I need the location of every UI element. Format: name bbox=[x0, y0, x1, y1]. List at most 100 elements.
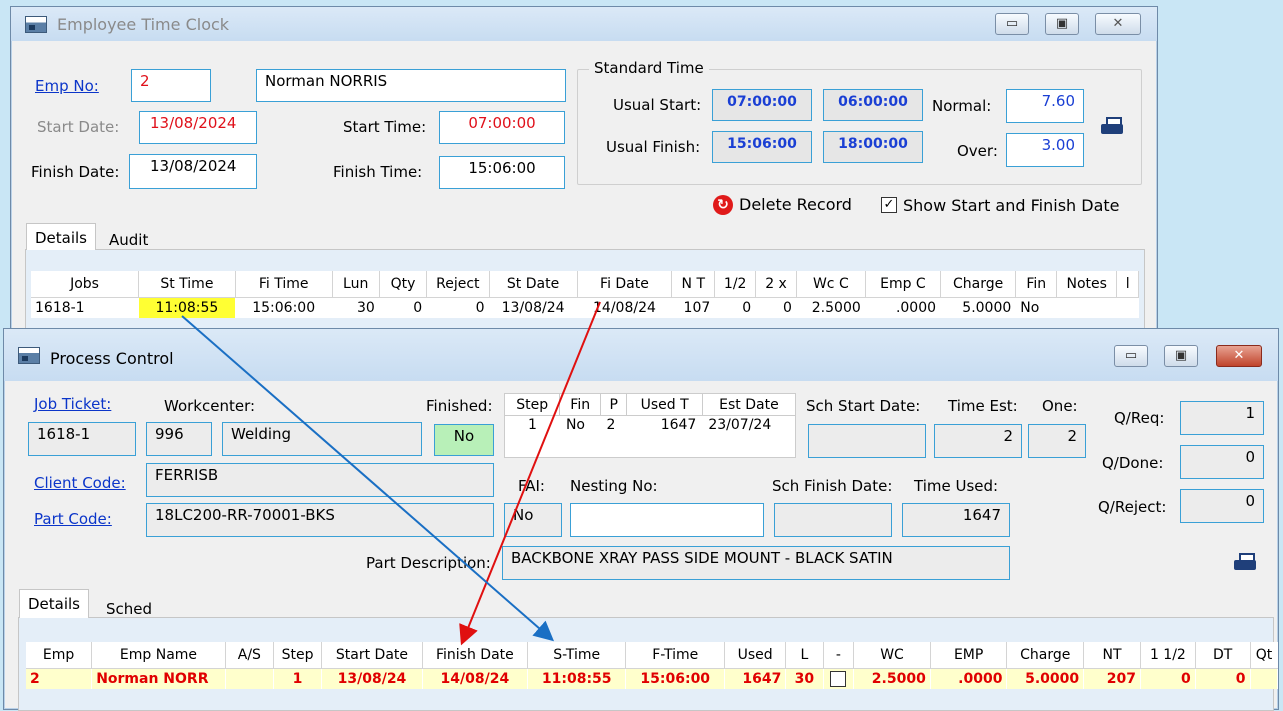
part-code-field[interactable]: 18LC200-RR-70001-BKS bbox=[146, 503, 494, 537]
emp-no-link[interactable]: Emp No: bbox=[35, 77, 99, 95]
cell-f-time[interactable]: 15:06:00 bbox=[625, 668, 725, 689]
col-2x[interactable]: 2 x bbox=[755, 271, 797, 298]
col-nt[interactable]: NT bbox=[1083, 642, 1142, 669]
cell-start-date[interactable]: 13/08/24 bbox=[321, 668, 423, 689]
cell-charge[interactable]: 5.0000 bbox=[940, 297, 1017, 318]
usual-finish-field-1[interactable]: 15:06:00 bbox=[712, 131, 812, 163]
client-code-link[interactable]: Client Code: bbox=[34, 474, 126, 492]
col-qty[interactable]: Qty bbox=[379, 271, 428, 298]
tab-details[interactable]: Details bbox=[26, 223, 97, 250]
sch-start-field[interactable] bbox=[808, 424, 926, 458]
close-icon[interactable]: ✕ bbox=[1216, 345, 1262, 367]
col-emp-c[interactable]: Emp C bbox=[865, 271, 942, 298]
emp-name-field[interactable]: Norman NORRIS bbox=[256, 69, 566, 102]
usual-start-field-1[interactable]: 07:00:00 bbox=[712, 89, 812, 121]
cell-emp-rate[interactable]: .0000 bbox=[930, 668, 1008, 689]
cell-l[interactable] bbox=[1116, 297, 1139, 318]
minimize-icon[interactable]: ▭ bbox=[995, 13, 1029, 35]
job-ticket-field[interactable]: 1618-1 bbox=[28, 422, 136, 456]
table-row[interactable]: 1 No 2 1647 23/07/24 bbox=[505, 416, 796, 434]
delete-record-button[interactable]: Delete Record bbox=[739, 195, 852, 214]
cell-qty[interactable]: 0 bbox=[379, 297, 428, 318]
time-used-field[interactable]: 1647 bbox=[902, 503, 1010, 537]
col-wc-c[interactable]: Wc C bbox=[796, 271, 866, 298]
col-fin[interactable]: Fin bbox=[559, 393, 601, 416]
cell-checkbox[interactable] bbox=[823, 668, 855, 689]
start-time-field[interactable]: 07:00:00 bbox=[439, 111, 565, 144]
printer-icon[interactable] bbox=[1101, 117, 1123, 137]
col-notes[interactable]: Notes bbox=[1056, 271, 1118, 298]
col-step[interactable]: Step bbox=[273, 642, 323, 669]
col-lun[interactable]: Lun bbox=[332, 271, 380, 298]
col-emp-rate[interactable]: EMP bbox=[930, 642, 1008, 669]
cell-lun[interactable]: 30 bbox=[332, 297, 380, 318]
minimize-icon[interactable]: ▭ bbox=[1114, 345, 1148, 367]
col-l[interactable]: l bbox=[1116, 271, 1139, 298]
col-one-half[interactable]: 1 1/2 bbox=[1140, 642, 1196, 669]
delete-record-icon[interactable]: ↻ bbox=[713, 195, 733, 215]
cell-emp[interactable]: 2 bbox=[26, 668, 93, 689]
cell-l[interactable]: 30 bbox=[785, 668, 824, 689]
cell-reject[interactable]: 0 bbox=[426, 297, 490, 318]
col-fi-time[interactable]: Fi Time bbox=[235, 271, 333, 298]
col-jobs[interactable]: Jobs bbox=[31, 271, 140, 298]
col-qt[interactable]: Qt bbox=[1250, 642, 1278, 669]
wc-name-field[interactable]: Welding bbox=[222, 422, 422, 456]
q-reject-field[interactable]: 0 bbox=[1180, 489, 1264, 523]
cell-step[interactable]: 1 bbox=[273, 668, 323, 689]
cell-nt[interactable]: 207 bbox=[1083, 668, 1142, 689]
row-checkbox[interactable] bbox=[830, 670, 847, 687]
q-req-field[interactable]: 1 bbox=[1180, 401, 1264, 435]
sch-finish-field[interactable] bbox=[774, 503, 892, 537]
cell-charge[interactable]: 5.0000 bbox=[1006, 668, 1085, 689]
cell-used[interactable]: 1647 bbox=[724, 668, 787, 689]
fai-field[interactable]: No bbox=[504, 503, 562, 537]
cell-as[interactable] bbox=[225, 668, 274, 689]
time-est-field[interactable]: 2 bbox=[934, 424, 1022, 458]
printer-icon[interactable] bbox=[1234, 553, 1256, 573]
cell-notes[interactable] bbox=[1056, 297, 1118, 318]
col-fi-date[interactable]: Fi Date bbox=[577, 271, 673, 298]
cell-emp-c[interactable]: .0000 bbox=[865, 297, 942, 318]
col-half[interactable]: 1/2 bbox=[714, 271, 757, 298]
col-emp[interactable]: Emp bbox=[26, 642, 93, 669]
start-date-field[interactable]: 13/08/2024 bbox=[139, 111, 257, 144]
col-dash[interactable]: - bbox=[823, 642, 855, 669]
etc-titlebar[interactable]: Employee Time Clock ▭ ▣ ✕ bbox=[11, 7, 1157, 41]
cell-jobs[interactable]: 1618-1 bbox=[31, 297, 140, 318]
col-used[interactable]: Used bbox=[724, 642, 787, 669]
col-f-time[interactable]: F-Time bbox=[625, 642, 725, 669]
cell-st-date[interactable]: 13/08/24 bbox=[489, 297, 578, 318]
normal-field[interactable]: 7.60 bbox=[1006, 89, 1084, 123]
part-desc-field[interactable]: BACKBONE XRAY PASS SIDE MOUNT - BLACK SA… bbox=[502, 546, 1010, 580]
q-done-field[interactable]: 0 bbox=[1180, 445, 1264, 479]
maximize-icon[interactable]: ▣ bbox=[1164, 345, 1198, 367]
one-field[interactable]: 2 bbox=[1028, 424, 1086, 458]
cell-est-date[interactable]: 23/07/24 bbox=[702, 416, 795, 434]
cell-dt[interactable]: 0 bbox=[1195, 668, 1251, 689]
show-dates-label[interactable]: Show Start and Finish Date bbox=[903, 196, 1120, 215]
cell-finish-date[interactable]: 14/08/24 bbox=[422, 668, 528, 689]
tab-details[interactable]: Details bbox=[19, 589, 90, 618]
part-code-link[interactable]: Part Code: bbox=[34, 510, 112, 528]
col-l[interactable]: L bbox=[785, 642, 824, 669]
job-ticket-link[interactable]: Job Ticket: bbox=[34, 395, 111, 413]
usual-start-field-2[interactable]: 06:00:00 bbox=[823, 89, 923, 121]
tab-sched[interactable]: Sched bbox=[98, 595, 160, 623]
col-as[interactable]: A/S bbox=[225, 642, 274, 669]
col-p[interactable]: P bbox=[600, 393, 628, 416]
cell-fi-time[interactable]: 15:06:00 bbox=[235, 297, 333, 318]
cell-fi-date[interactable]: 14/08/24 bbox=[577, 297, 673, 318]
over-field[interactable]: 3.00 bbox=[1006, 133, 1084, 167]
wc-code-field[interactable]: 996 bbox=[146, 422, 212, 456]
finish-time-field[interactable]: 15:06:00 bbox=[439, 156, 565, 189]
col-emp-name[interactable]: Emp Name bbox=[91, 642, 226, 669]
maximize-icon[interactable]: ▣ bbox=[1045, 13, 1079, 35]
cell-step[interactable]: 1 bbox=[505, 416, 560, 434]
col-est-date[interactable]: Est Date bbox=[702, 393, 797, 416]
col-dt[interactable]: DT bbox=[1195, 642, 1251, 669]
cell-half[interactable]: 0 bbox=[714, 297, 757, 318]
finished-field[interactable]: No bbox=[434, 424, 494, 456]
col-fin[interactable]: Fin bbox=[1015, 271, 1058, 298]
client-code-field[interactable]: FERRISB bbox=[146, 463, 494, 497]
